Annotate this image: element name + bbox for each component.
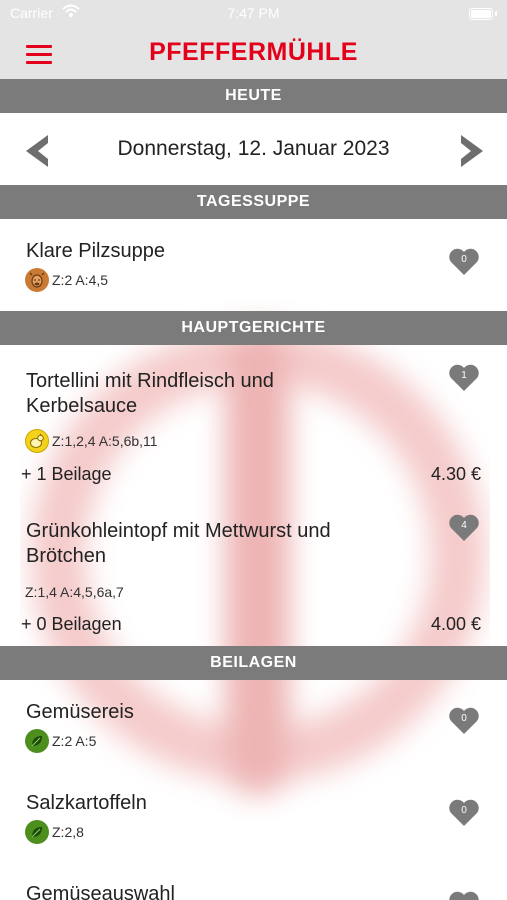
dish-name: Klare Pilzsuppe: [26, 240, 165, 262]
battery-icon: [469, 8, 493, 20]
section-header-today: HEUTE: [0, 79, 507, 113]
dish-name: Gemüsereis: [26, 701, 134, 723]
favorite-heart-icon[interactable]: 1: [448, 363, 480, 393]
allergen-info: Z:1,2,4 A:5,6b,11: [25, 429, 158, 453]
price: 4.30 €: [430, 464, 481, 484]
favorite-heart-icon[interactable]: 0: [448, 798, 480, 828]
current-date: Donnerstag, 12. Januar 2023: [117, 137, 390, 160]
dish-name: Grünkohleintopf mit Mettwurst und Brötch…: [26, 520, 331, 567]
allergen-codes: Z:2 A:5: [52, 733, 97, 749]
like-count: 4: [461, 520, 467, 531]
allergen-codes: Z:1,2,4 A:5,6b,11: [52, 433, 158, 449]
app-title: PFEFFERMÜHLE: [149, 38, 358, 66]
allergen-info: Z:1,4 A:4,5,6a,7: [25, 580, 124, 604]
dish-name: Tortellini mit Rindfleisch und Kerbelsau…: [26, 370, 274, 417]
menu-item-side[interactable]: Gemüsereis Z:2 A:5 0: [0, 680, 507, 772]
section-header-soup: TAGESSUPPE: [0, 185, 507, 219]
favorite-heart-icon[interactable]: 4: [448, 513, 480, 543]
side-count: + 1 Beilage: [21, 464, 112, 484]
vegan-leaf-icon: [25, 820, 49, 844]
menu-item-main[interactable]: Grünkohleintopf mit Mettwurst und Brötch…: [0, 495, 507, 646]
favorite-heart-icon[interactable]: 0: [448, 706, 480, 736]
like-count: 0: [461, 805, 467, 816]
favorite-heart-icon[interactable]: 0: [448, 247, 480, 277]
status-bar: Carrier 7:47 PM: [0, 0, 507, 28]
menu-item-main[interactable]: Tortellini mit Rindfleisch und Kerbelsau…: [0, 345, 507, 495]
date-selector: Donnerstag, 12. Januar 2023: [0, 113, 507, 185]
like-count: 1: [461, 370, 467, 381]
dish-name: Gemüseauswahl: [26, 883, 175, 900]
allergen-codes: Z:2,8: [52, 824, 84, 840]
clock: 7:47 PM: [227, 5, 280, 21]
allergen-info: Z:2 A:4,5: [25, 268, 108, 292]
like-count: 0: [461, 713, 467, 724]
chicken-icon: [25, 429, 49, 453]
menu-item-soup[interactable]: Klare Pilzsuppe Z:2 A:4,5 0: [0, 219, 507, 311]
allergen-info: Z:2 A:5: [25, 729, 96, 753]
menu-item-side[interactable]: Salzkartoffeln Z:2,8 0: [0, 772, 507, 864]
section-header-mains: HAUPTGERICHTE: [0, 311, 507, 345]
menu-item-side[interactable]: Gemüseauswahl: [0, 864, 507, 900]
section-header-sides: BEILAGEN: [0, 646, 507, 680]
vegan-leaf-icon: [25, 729, 49, 753]
favorite-heart-icon[interactable]: [448, 890, 480, 900]
price: 4.00 €: [430, 614, 481, 634]
beef-icon: [25, 268, 49, 292]
battery-tip: [495, 11, 497, 16]
next-day-arrow-icon[interactable]: [457, 133, 487, 169]
like-count: 0: [461, 254, 467, 265]
allergen-info: Z:2,8: [25, 820, 84, 844]
navigation-bar: PFEFFERMÜHLE: [0, 28, 507, 79]
dish-name: Salzkartoffeln: [26, 792, 147, 814]
allergen-codes: Z:1,4 A:4,5,6a,7: [25, 584, 124, 600]
side-count: + 0 Beilagen: [21, 614, 122, 634]
allergen-codes: Z:2 A:4,5: [52, 272, 109, 288]
